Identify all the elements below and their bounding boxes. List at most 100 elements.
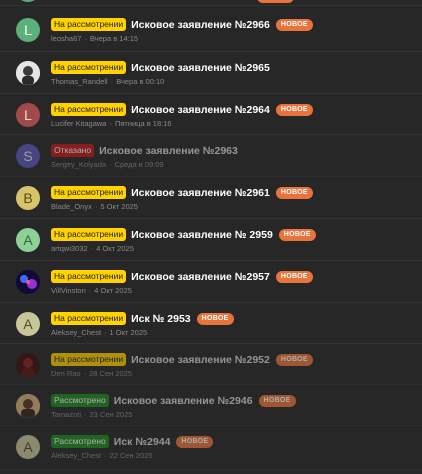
thread-author[interactable]: Sergey_Kolyada [51,160,106,169]
thread-date[interactable]: 22 Сен 2025 [110,451,153,460]
thread-author[interactable]: Thomas_Randell [51,77,108,86]
avatar[interactable] [16,394,40,418]
thread-row[interactable]: L На рассмотрении Исковое заявление №2964 Н… [0,94,422,135]
thread-title[interactable]: Исковое заявление №2946 [114,395,253,407]
thread-date[interactable]: 4 Окт 2025 [96,244,134,253]
thread-meta: Tamazoti · 23 Сен 2025 [51,410,132,419]
thread-prefix[interactable]: Рассмотрено [51,435,109,448]
thread-title[interactable]: Иск №2944 [114,436,171,448]
avatar[interactable]: L [16,103,40,127]
thread-title[interactable]: Исковое заявление №2952 [131,354,270,366]
thread-meta: Blade_Onyx · 5 Окт 2025 [51,202,138,211]
thread-date[interactable]: Среда в 09:09 [115,160,164,169]
new-badge: НОВОЕ [275,186,313,199]
thread-author[interactable]: VillVinston [51,286,86,295]
thread-prefix[interactable]: На рассмотрении [51,61,127,74]
thread-title-line: На рассмотрении Исковое заявление №2965 [51,61,270,74]
thread-title[interactable]: Исковое заявление №2966 [131,19,270,31]
thread-date[interactable]: 28 Сен 2025 [89,369,132,378]
avatar[interactable] [16,270,40,294]
thread-date[interactable]: 5 Окт 2025 [100,202,138,211]
thread-row[interactable]: S Отказано Исковое заявление №2963 Sergey_K… [0,135,422,177]
thread-row[interactable]: B На рассмотрении Исковое заявление №2961 Н… [0,177,422,219]
avatar[interactable] [16,0,40,2]
thread-title[interactable]: Иск № 2953 [131,313,191,325]
avatar[interactable]: B [16,186,40,210]
thread-prefix[interactable]: Рассмотрено [51,394,109,407]
meta-separator: · [109,119,112,128]
thread-author[interactable]: Tamazoti [51,410,81,419]
thread-title-line: На рассмотрении Исковое заявление №2952 НО… [51,353,313,366]
thread-title[interactable]: Исковое заявление №2961 [131,187,270,199]
avatar[interactable]: A [16,228,40,252]
thread-prefix[interactable]: На рассмотрении [51,353,127,366]
thread-date[interactable]: 4 Окт 2025 [94,286,132,295]
thread-meta: Thomas_Randell · Вчера в 00:10 [51,77,164,86]
thread-meta: Lucifer Kitagawa · Пятница в 18:16 [51,119,172,128]
meta-separator: · [110,77,114,86]
thread-prefix[interactable]: На рассмотрении [51,18,127,31]
thread-title[interactable]: Исковое заявление №2964 [131,104,270,116]
thread-author[interactable]: Blade_Onyx [51,202,92,211]
new-badge: НОВОЕ [176,435,214,448]
avatar[interactable] [16,353,40,377]
meta-separator: · [94,202,98,211]
thread-title-line: Отказано Исковое заявление №2963 [51,144,238,157]
thread-row[interactable]: На рассмотрении Исковое заявление №2957 НО… [0,261,422,303]
thread-row[interactable]: На рассмотрении Исковое заявление №2952 НО… [0,344,422,385]
thread-date[interactable]: 1 Окт 2025 [110,328,148,337]
meta-separator: · [84,34,87,43]
new-badge: НОВОЕ [258,394,296,407]
thread-row[interactable]: На рассмотрении Исковое заявление №2965 Th… [0,52,422,94]
thread-date[interactable]: Вчера в 14:15 [90,34,138,43]
thread-author[interactable]: Den Rao [51,369,81,378]
thread-date[interactable]: Пятница в 18:16 [115,119,172,128]
avatar[interactable]: A [16,435,40,459]
thread-meta: VillVinston · 4 Окт 2025 [51,286,132,295]
thread-prefix[interactable]: На рассмотрении [51,186,127,199]
meta-separator: · [109,160,112,169]
thread-row[interactable]: A Рассмотрено Иск №2944 НОВОЕ Aleksey_Chest ·… [0,426,422,470]
new-badge: НОВОЕ [275,18,313,31]
new-badge: НОВОЕ [257,0,294,3]
thread-meta: leosha67 · Вчера в 14:15 [51,34,138,43]
thread-prefix[interactable]: На рассмотрении [51,312,127,325]
thread-prefix[interactable]: Отказано [51,144,95,157]
thread-title-line: На рассмотрении Исковое заявление №2961 НО… [51,186,313,199]
thread-row[interactable]: Рассмотрено Исковое заявление №2946 НОВОЕ T… [0,385,422,426]
thread-meta: Aleksey_Chest · 1 Окт 2025 [51,328,147,337]
thread-prefix[interactable]: На рассмотрении [51,270,127,283]
thread-title[interactable]: Исковое заявление № 2959 [131,229,273,241]
thread-author[interactable]: Aleksey_Chest [51,451,101,460]
thread-title[interactable]: Исковое заявление №2965 [131,62,270,74]
thread-date[interactable]: Вчера в 00:10 [116,77,164,86]
thread-title-line: На рассмотрении Исковое заявление № 2959 Н… [51,228,316,241]
new-badge: НОВОЕ [278,228,316,241]
thread-prefix[interactable]: На рассмотрении [51,228,127,241]
thread-row[interactable]: L На рассмотрении Исковое заявление №2966 Н… [0,9,422,52]
thread-row[interactable]: A На рассмотрении Исковое заявление № 2959… [0,219,422,261]
avatar[interactable]: L [16,18,40,42]
thread-author[interactable]: Aleksey_Chest [51,328,101,337]
avatar[interactable]: A [16,312,40,336]
thread-author[interactable]: Lucifer Kitagawa [51,119,106,128]
thread-prefix[interactable]: На рассмотрении [51,103,127,116]
thread-meta: Sergey_Kolyada · Среда в 09:09 [51,160,164,169]
thread-title[interactable]: Исковое заявление №2963 [99,145,238,157]
meta-separator: · [90,244,94,253]
thread-row[interactable]: A На рассмотрении Иск № 2953 НОВОЕ Aleksey_C… [0,303,422,344]
thread-author[interactable]: leosha67 [51,34,81,43]
meta-separator: · [104,451,107,460]
thread-title-line: Рассмотрено Исковое заявление №2946 НОВОЕ [51,394,296,407]
thread-title-line: На рассмотрении Исковое заявление №2966 НО… [51,18,313,31]
thread-title-line: Рассмотрено Иск №2944 НОВОЕ [51,435,214,448]
thread-title[interactable]: Исковое заявление №2957 [131,271,270,283]
thread-title-line: На рассмотрении Иск № 2953 НОВОЕ [51,312,234,325]
avatar[interactable]: S [16,144,40,168]
meta-separator: · [104,328,107,337]
thread-date[interactable]: 23 Сен 2025 [90,410,133,419]
avatar[interactable] [16,61,40,85]
thread-row-partial[interactable]: НОВОЕ [0,0,422,6]
thread-title-line: На рассмотрении Исковое заявление №2964 НО… [51,103,313,116]
thread-author[interactable]: artqwi3032 [51,244,88,253]
